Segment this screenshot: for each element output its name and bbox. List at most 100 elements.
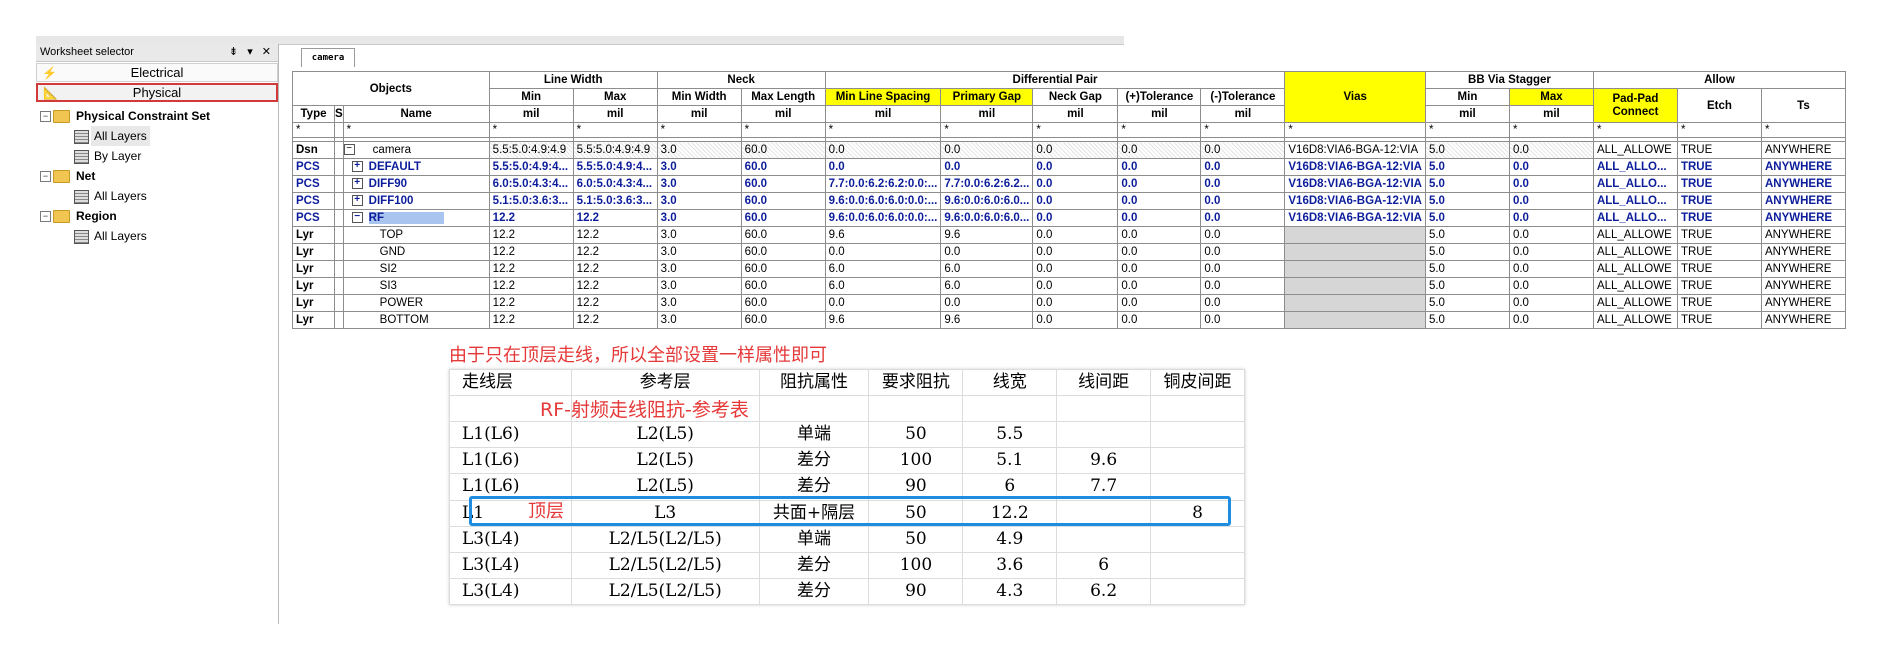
- value-cell[interactable]: 5.0: [1424, 192, 1510, 210]
- value-cell[interactable]: 3.0: [656, 226, 742, 244]
- value-cell[interactable]: 0.0: [1117, 243, 1202, 261]
- value-cell[interactable]: TRUE: [1676, 277, 1762, 295]
- value-cell[interactable]: 12.2: [488, 311, 574, 329]
- header-vias[interactable]: Vias: [1284, 71, 1426, 123]
- value-cell[interactable]: TRUE: [1676, 175, 1762, 193]
- value-cell[interactable]: 9.6:0.0:6.0:6.0:0.0:...: [824, 192, 942, 210]
- header-etch[interactable]: Etch: [1676, 88, 1762, 123]
- value-cell[interactable]: 0.0: [1032, 158, 1119, 176]
- value-cell[interactable]: 5.5:5.0:4.9:4.9: [488, 141, 574, 159]
- expand-icon[interactable]: +: [351, 178, 363, 190]
- value-cell[interactable]: 5.5:5.0:4.9:4...: [488, 158, 574, 176]
- value-cell[interactable]: 5.0: [1424, 260, 1510, 278]
- value-cell[interactable]: 0.0: [1032, 141, 1119, 159]
- value-cell[interactable]: 5.0: [1424, 311, 1510, 329]
- value-cell[interactable]: 0.0: [1032, 260, 1119, 278]
- value-cell[interactable]: ANYWHERE: [1760, 192, 1846, 210]
- value-cell[interactable]: 60.0: [740, 192, 826, 210]
- expand-icon[interactable]: +: [351, 195, 363, 207]
- value-cell[interactable]: [1284, 243, 1426, 261]
- value-cell[interactable]: ANYWHERE: [1760, 294, 1846, 312]
- row-name-cell[interactable]: POWER: [342, 294, 490, 312]
- value-cell[interactable]: 0.0: [940, 158, 1034, 176]
- value-cell[interactable]: 0.0: [1508, 277, 1594, 295]
- tree-item-region-all-layers[interactable]: All Layers: [36, 226, 278, 246]
- filter-cell[interactable]: *: [1032, 122, 1119, 138]
- value-cell[interactable]: 6.0: [940, 260, 1034, 278]
- filter-cell[interactable]: *: [1508, 122, 1594, 138]
- value-cell[interactable]: 0.0: [1508, 175, 1594, 193]
- value-cell[interactable]: TRUE: [1676, 294, 1762, 312]
- value-cell[interactable]: TRUE: [1676, 192, 1762, 210]
- value-cell[interactable]: 0.0: [1508, 260, 1594, 278]
- value-cell[interactable]: TRUE: [1676, 226, 1762, 244]
- value-cell[interactable]: TRUE: [1676, 243, 1762, 261]
- value-cell[interactable]: [1284, 226, 1426, 244]
- value-cell[interactable]: 0.0: [940, 294, 1034, 312]
- value-cell[interactable]: 0.0: [1508, 294, 1594, 312]
- value-cell[interactable]: ANYWHERE: [1760, 311, 1846, 329]
- value-cell[interactable]: [1284, 277, 1426, 295]
- value-cell[interactable]: 0.0: [1200, 260, 1286, 278]
- value-cell[interactable]: 3.0: [656, 175, 742, 193]
- value-cell[interactable]: ANYWHERE: [1760, 141, 1846, 159]
- value-cell[interactable]: 0.0: [1508, 141, 1594, 159]
- value-cell[interactable]: 60.0: [740, 209, 826, 227]
- value-cell[interactable]: 0.0: [1032, 226, 1119, 244]
- header-plus-tolerance[interactable]: (+)Tolerance: [1117, 88, 1202, 106]
- physical-mode-button[interactable]: 📐 Physical: [36, 83, 278, 102]
- collapse-icon[interactable]: −: [40, 111, 51, 122]
- table-row[interactable]: Lyr TOP 12.2 12.2 3.0 60.0 9.6 9.6 0.0 0.0 0.0 5.0 0…: [292, 226, 1846, 244]
- value-cell[interactable]: 12.2: [488, 294, 574, 312]
- table-row[interactable]: PCS − RF 12.2 12.2 3.0 60.0 9.6:0.0:6.0:6.0:0.0…: [292, 209, 1846, 227]
- filter-cell[interactable]: *: [292, 122, 335, 138]
- value-cell[interactable]: 9.6: [940, 226, 1034, 244]
- value-cell[interactable]: 12.2: [488, 243, 574, 261]
- value-cell[interactable]: 6.0: [940, 277, 1034, 295]
- value-cell[interactable]: 0.0: [1117, 277, 1202, 295]
- table-row[interactable]: Lyr SI3 12.2 12.2 3.0 60.0 6.0 6.0 0.0 0.0 0.0 5.0 0…: [292, 277, 1846, 295]
- table-row[interactable]: PCS + DIFF100 5.1:5.0:3.6:3... 5.1:5.0:3.6:3…: [292, 192, 1846, 210]
- value-cell[interactable]: 9.6:0.0:6.0:6.0...: [940, 192, 1034, 210]
- collapse-icon[interactable]: −: [40, 211, 51, 222]
- value-cell[interactable]: 60.0: [740, 243, 826, 261]
- value-cell[interactable]: 5.0: [1424, 175, 1510, 193]
- row-name-cell[interactable]: − camera: [342, 141, 490, 159]
- value-cell[interactable]: 5.1:5.0:3.6:3...: [572, 192, 658, 210]
- value-cell[interactable]: 0.0: [1032, 294, 1119, 312]
- value-cell[interactable]: 12.2: [488, 226, 574, 244]
- value-cell[interactable]: 0.0: [1200, 192, 1286, 210]
- filter-cell[interactable]: *: [1200, 122, 1286, 138]
- collapse-icon[interactable]: −: [40, 171, 51, 182]
- value-cell[interactable]: ALL_ALLOWE: [1592, 294, 1678, 312]
- value-cell[interactable]: 9.6:0.0:6.0:6.0:0.0:...: [824, 209, 942, 227]
- value-cell[interactable]: 0.0: [1117, 209, 1202, 227]
- value-cell[interactable]: V16D8:VIA6-BGA-12:VIA: [1284, 209, 1426, 227]
- value-cell[interactable]: 0.0: [1508, 311, 1594, 329]
- value-cell[interactable]: 9.6: [824, 226, 942, 244]
- panel-window-controls[interactable]: ⇟ ▾ ✕: [229, 44, 274, 61]
- value-cell[interactable]: 5.1:5.0:3.6:3...: [488, 192, 574, 210]
- header-ts[interactable]: Ts: [1760, 88, 1846, 123]
- value-cell[interactable]: 3.0: [656, 277, 742, 295]
- row-name-cell[interactable]: SI2: [342, 260, 490, 278]
- value-cell[interactable]: 12.2: [572, 209, 658, 227]
- value-cell[interactable]: 0.0: [1032, 311, 1119, 329]
- value-cell[interactable]: 5.0: [1424, 158, 1510, 176]
- collapse-icon[interactable]: −: [351, 212, 363, 224]
- value-cell[interactable]: 0.0: [824, 158, 942, 176]
- value-cell[interactable]: V16D8:VIA6-BGA-12:VIA: [1284, 192, 1426, 210]
- value-cell[interactable]: 7.7:0.0:6.2:6.2...: [940, 175, 1034, 193]
- header-name[interactable]: Name: [342, 105, 490, 123]
- tree-item-region[interactable]: − Region: [36, 206, 278, 226]
- value-cell[interactable]: 5.5:5.0:4.9:4...: [572, 158, 658, 176]
- header-s[interactable]: S: [334, 105, 344, 123]
- value-cell[interactable]: 0.0: [1200, 277, 1286, 295]
- value-cell[interactable]: 12.2: [572, 260, 658, 278]
- value-cell[interactable]: V16D8:VIA6-BGA-12:VIA: [1284, 158, 1426, 176]
- value-cell[interactable]: 0.0: [1200, 141, 1286, 159]
- value-cell[interactable]: [1284, 260, 1426, 278]
- header-type[interactable]: Type: [292, 105, 335, 123]
- filter-cell[interactable]: *: [656, 122, 742, 138]
- value-cell[interactable]: 0.0: [1117, 192, 1202, 210]
